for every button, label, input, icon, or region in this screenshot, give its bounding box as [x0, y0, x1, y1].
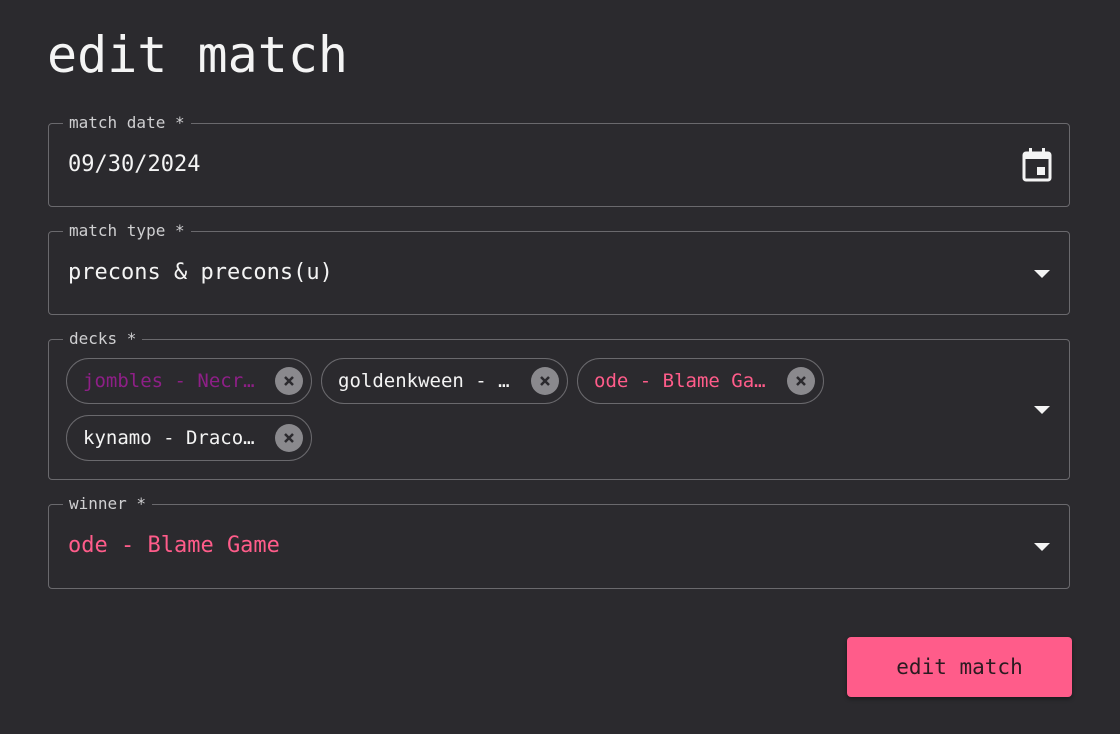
- remove-chip-icon[interactable]: [275, 424, 303, 452]
- deck-chip[interactable]: kynamo - Draco…: [66, 415, 312, 461]
- deck-chip-label: jombles - Necr…: [83, 370, 255, 392]
- remove-chip-icon[interactable]: [531, 367, 559, 395]
- deck-chip[interactable]: goldenkween - …: [321, 358, 568, 404]
- edit-match-button[interactable]: edit match: [847, 637, 1072, 697]
- match-type-value[interactable]: precons & precons(u): [68, 260, 333, 285]
- match-date-field[interactable]: match date * 09/30/2024: [48, 114, 1070, 207]
- winner-label: winner *: [63, 495, 153, 513]
- match-type-select[interactable]: match type * precons & precons(u): [48, 222, 1070, 315]
- remove-chip-icon[interactable]: [275, 367, 303, 395]
- calendar-icon[interactable]: [1022, 148, 1052, 182]
- match-date-label: match date *: [63, 114, 191, 132]
- decks-select[interactable]: decks * jombles - Necr… goldenkween - … …: [48, 330, 1070, 480]
- deck-chip[interactable]: jombles - Necr…: [66, 358, 312, 404]
- chevron-down-icon[interactable]: [1034, 543, 1050, 551]
- edit-match-dialog: edit match match date * 09/30/2024 match…: [0, 0, 1120, 734]
- winner-value[interactable]: ode - Blame Game: [68, 533, 280, 558]
- match-type-label: match type *: [63, 222, 191, 240]
- chevron-down-icon[interactable]: [1034, 270, 1050, 278]
- deck-chip-label: ode - Blame Ga…: [594, 370, 766, 392]
- deck-chip-label: kynamo - Draco…: [83, 427, 255, 449]
- deck-chip-label: goldenkween - …: [338, 370, 510, 392]
- decks-label: decks *: [63, 330, 143, 348]
- remove-chip-icon[interactable]: [787, 367, 815, 395]
- match-date-value[interactable]: 09/30/2024: [68, 152, 200, 177]
- page-title: edit match: [47, 26, 349, 84]
- deck-chip[interactable]: ode - Blame Ga…: [577, 358, 824, 404]
- winner-select[interactable]: winner * ode - Blame Game: [48, 495, 1070, 589]
- chevron-down-icon[interactable]: [1034, 406, 1050, 414]
